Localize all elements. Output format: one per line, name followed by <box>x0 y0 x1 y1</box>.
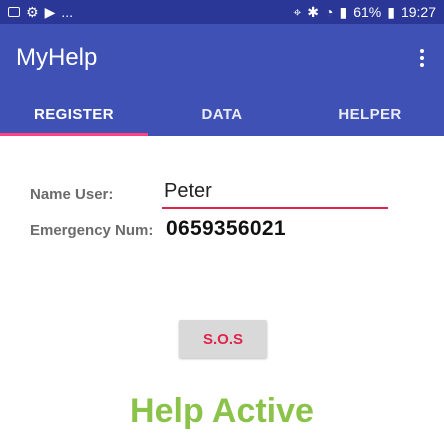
name-label: Name User: <box>30 186 114 203</box>
play-store-icon: ▶ <box>44 3 56 20</box>
status-overflow: ... <box>61 4 74 20</box>
status-bar: ⚙ ▶ ... ⌖ ✱ ◔ ▮ 61% ▮ 19:27 <box>0 0 444 24</box>
status-right: ⌖ ✱ ◔ ▮ 61% ▮ 19:27 <box>293 4 436 21</box>
emergency-row: Emergency Num: 0659356021 <box>30 217 430 245</box>
tab-data[interactable]: DATA <box>148 92 296 136</box>
overflow-menu-icon[interactable] <box>416 45 428 71</box>
status-left-icons: ⚙ ▶ ... <box>8 4 73 21</box>
signal-icon: ▮ <box>339 3 348 20</box>
register-form: Name User: Emergency Num: 0659356021 <box>30 178 430 253</box>
tab-helper[interactable]: HELPER <box>296 92 444 136</box>
app-bar: MyHelp <box>0 24 444 92</box>
wifi-icon: ◔ <box>325 4 334 20</box>
emergency-label: Emergency Num: <box>30 222 154 239</box>
name-input[interactable] <box>162 178 388 209</box>
tab-register[interactable]: REGISTER <box>0 92 148 136</box>
settings-icon: ⚙ <box>26 3 39 20</box>
image-icon <box>8 7 20 17</box>
clock: 19:27 <box>400 4 436 20</box>
help-status-text: Help Active <box>130 392 314 430</box>
location-icon: ⌖ <box>293 3 302 20</box>
tab-bar: REGISTER DATA HELPER <box>0 92 444 136</box>
battery-icon: ▮ <box>387 3 395 20</box>
battery-percent: 61% <box>353 4 382 20</box>
sos-button[interactable]: S.O.S <box>179 320 267 358</box>
app-title: MyHelp <box>16 44 98 71</box>
name-row: Name User: <box>30 178 430 209</box>
bluetooth-icon: ✱ <box>307 3 320 20</box>
emergency-number: 0659356021 <box>166 217 286 240</box>
